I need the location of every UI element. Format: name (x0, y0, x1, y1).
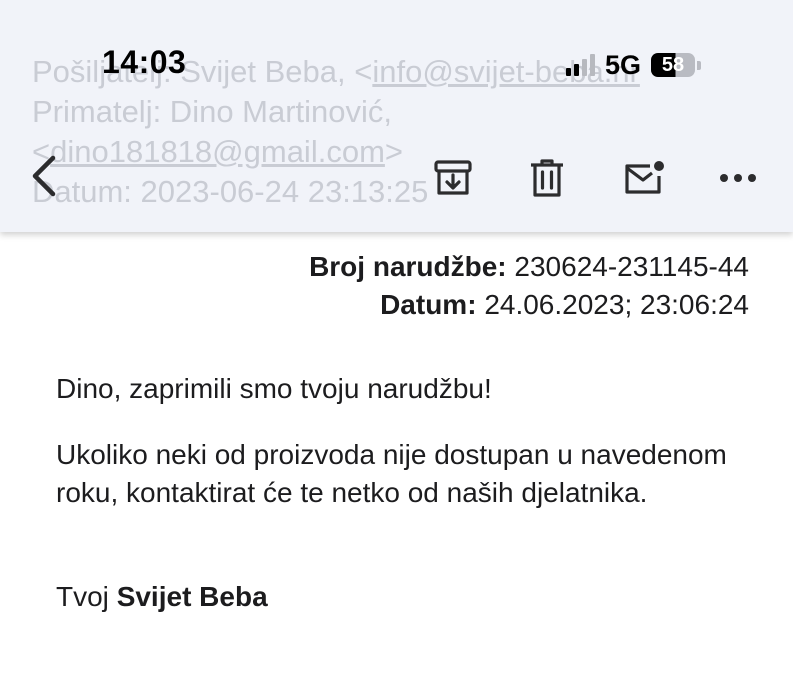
recipient-email-link[interactable]: dino181818@gmail.com (50, 134, 385, 169)
mark-unread-button[interactable] (618, 152, 670, 204)
order-number-value: 230624-231145-44 (514, 251, 749, 282)
battery-level: 58 (661, 53, 685, 76)
mail-toolbar-header: Pošiljatelj: Svijet Beba, <info@svijet-b… (0, 0, 793, 232)
archive-button[interactable] (427, 152, 479, 204)
signoff-prefix: Tvoj (56, 581, 109, 612)
network-type: 5G (605, 49, 642, 80)
signoff: Tvoj Svijet Beba (56, 578, 746, 616)
order-date-row: Datum: 24.06.2023; 23:06:24 (309, 286, 749, 324)
archive-icon (434, 160, 472, 195)
status-time: 14:03 (102, 44, 187, 80)
more-button[interactable] (712, 152, 764, 204)
trash-icon (531, 159, 563, 197)
back-icon (32, 155, 56, 197)
order-number-row: Broj narudžbe: 230624-231145-44 (309, 248, 749, 286)
back-button[interactable] (18, 150, 70, 202)
delete-button[interactable] (521, 152, 573, 204)
greeting-text: Dino, zaprimili smo tvoju narudžbu! (56, 373, 492, 404)
signal-icon (566, 54, 595, 76)
body-text: Ukoliko neki od proizvoda nije dostupan … (56, 439, 727, 508)
sender-name: Svijet Beba, < (180, 54, 373, 89)
status-indicators: 5G 58 (566, 49, 702, 80)
order-meta: Broj narudžbe: 230624-231145-44 Datum: 2… (309, 248, 749, 324)
order-date-label: Datum: (380, 289, 477, 320)
battery-icon: 58 (651, 53, 702, 77)
order-date-value: 24.06.2023; 23:06:24 (484, 289, 749, 320)
more-icon (720, 174, 756, 182)
mark-unread-icon (625, 161, 664, 194)
order-number-label: Broj narudžbe: (309, 251, 507, 282)
recipient-line: Primatelj: Dino Martinović, (32, 94, 393, 129)
signoff-name: Svijet Beba (116, 581, 268, 612)
